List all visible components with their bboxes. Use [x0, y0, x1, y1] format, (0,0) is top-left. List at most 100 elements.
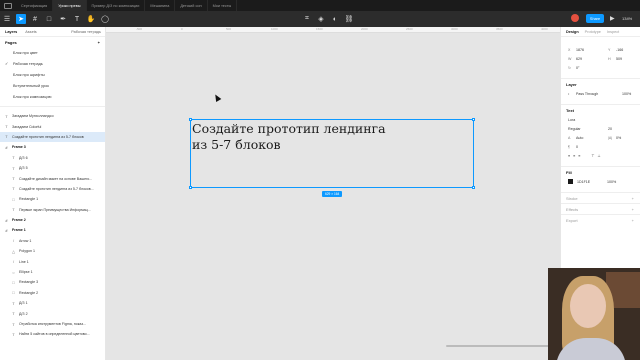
canvas[interactable]: -500 0 500 1000 1500 2000 2500 3000 3500 4000 Соз…: [106, 27, 560, 360]
x-field[interactable]: 1876: [576, 48, 608, 52]
layer-label: Rectangle 3: [19, 280, 39, 285]
align-center-icon[interactable]: ≡: [573, 154, 575, 158]
resize-handle[interactable]: [472, 186, 475, 189]
play-icon[interactable]: ▶: [610, 15, 615, 22]
add-effect-button[interactable]: +: [632, 207, 634, 212]
layer-row[interactable]: / Arrow 1: [0, 236, 105, 246]
paragraph-spacing-field[interactable]: 0: [576, 145, 578, 149]
tab-mishmash[interactable]: Мешанина: [145, 0, 176, 11]
tab-prototype[interactable]: Prototype: [585, 30, 601, 34]
move-tool-icon[interactable]: ➤: [16, 14, 26, 24]
width-field[interactable]: 629: [576, 57, 608, 61]
effects-section-title: Effects: [566, 206, 579, 212]
layer-label: Создайте прототип лендинга из 5-7 блоков…: [19, 186, 94, 191]
layer-row[interactable]: □ Rectangle 3: [0, 277, 105, 287]
heading-text[interactable]: Создайте прототип лендинга из 5-7 блоков: [191, 121, 386, 153]
tab-my-tests[interactable]: Мои тесты: [208, 0, 238, 11]
layer-row[interactable]: T Найти 5 сайтов в определенной цветово..…: [0, 329, 105, 339]
crop-icon[interactable]: ⌗: [302, 14, 312, 24]
mask-icon[interactable]: ◐: [330, 14, 340, 24]
tab-certification[interactable]: Сертификация: [16, 0, 54, 11]
page-label: Рабочая тетрадь: [13, 61, 43, 66]
folder-icon[interactable]: [4, 2, 12, 9]
share-button[interactable]: Share: [586, 14, 604, 23]
rotation-icon: ↻: [568, 65, 572, 70]
text-tool-icon[interactable]: T: [72, 14, 82, 24]
rotation-field[interactable]: 0°: [576, 66, 579, 70]
layer-row[interactable]: T Д/З 2: [0, 308, 105, 318]
ruler-tick-label: 4000: [541, 27, 548, 31]
add-export-button[interactable]: +: [632, 218, 634, 223]
page-item[interactable]: Блок про цвет: [0, 47, 105, 58]
letter-spacing-field[interactable]: 0%: [616, 136, 621, 140]
page-item[interactable]: ✓ Рабочая тетрадь: [0, 58, 105, 69]
align-middle-icon[interactable]: ⊥: [597, 154, 600, 158]
zoom-level[interactable]: 134%: [622, 14, 632, 23]
resize-handle[interactable]: [189, 186, 192, 189]
align-left-icon[interactable]: ≡: [568, 154, 570, 158]
height-field[interactable]: 509: [616, 57, 622, 61]
fill-opacity-field[interactable]: 100%: [607, 180, 616, 184]
fill-swatch[interactable]: [568, 179, 573, 184]
component-icon[interactable]: ◈: [316, 14, 326, 24]
layer-row[interactable]: T Отработка инструментов Figma, показ...: [0, 319, 105, 329]
y-field[interactable]: -166: [616, 48, 623, 52]
font-weight-select[interactable]: Regular: [568, 127, 608, 131]
layer-row[interactable]: # Frame 2: [0, 215, 105, 225]
rectangle-tool-icon[interactable]: □: [44, 14, 54, 24]
link-icon[interactable]: ⛓: [344, 14, 354, 24]
horizontal-scrollbar[interactable]: [446, 345, 556, 347]
layer-row[interactable]: T Загадаем Colorful: [0, 121, 105, 131]
layer-row[interactable]: T Создайте дизайн макет на основе Вашего.…: [0, 173, 105, 183]
page-item[interactable]: Блок про шрифты: [0, 69, 105, 80]
blend-mode-select[interactable]: Pass Through: [576, 92, 622, 96]
tab-assets[interactable]: Assets: [25, 30, 36, 34]
comment-tool-icon[interactable]: ◯: [100, 14, 110, 24]
layer-opacity[interactable]: 100%: [622, 92, 631, 96]
font-size-field[interactable]: 20: [608, 127, 612, 131]
layer-row[interactable]: T Загадаем Мунхолландсо: [0, 111, 105, 121]
selected-text-box[interactable]: Создайте прототип лендинга из 5-7 блоков: [189, 118, 475, 189]
font-family-select[interactable]: Lora: [568, 118, 575, 122]
align-right-icon[interactable]: ≡: [578, 154, 580, 158]
tab-kids-sleep[interactable]: Детский сон: [175, 0, 208, 11]
layer-row[interactable]: / Line 1: [0, 256, 105, 266]
layer-label: Загадаем Colorful: [12, 124, 42, 129]
menu-icon[interactable]: ☰: [2, 14, 12, 24]
page-selector[interactable]: Рабочая тетрадь: [71, 30, 101, 34]
layer-row[interactable]: T Создайте прототип лендинга из 5-7 блоко…: [0, 131, 105, 143]
tab-inspect[interactable]: Inspect: [607, 30, 619, 34]
fill-hex-field[interactable]: 1D1F1E: [577, 180, 607, 184]
layer-label: Д/З 1: [19, 301, 28, 306]
layer-row[interactable]: # Frame 1: [0, 225, 105, 235]
tab-lessons[interactable]: Уроки превы: [53, 0, 87, 11]
layer-row[interactable]: □ Rectangle 1: [0, 194, 105, 204]
frame-tool-icon[interactable]: #: [30, 14, 40, 24]
layer-row[interactable]: □ Rectangle 2: [0, 288, 105, 298]
tab-layers[interactable]: Layers: [5, 30, 17, 34]
text-layer-icon: T: [5, 113, 8, 119]
tab-composition-example[interactable]: Пример Д/З по композиции: [87, 0, 146, 11]
layer-row[interactable]: △ Polygon 1: [0, 246, 105, 256]
hand-tool-icon[interactable]: ✋: [86, 14, 96, 24]
layer-row[interactable]: T Д/З 5: [0, 163, 105, 173]
resize-handle[interactable]: [189, 118, 192, 121]
align-top-icon[interactable]: ⊤: [591, 154, 594, 158]
layer-row[interactable]: T Первые экран Преимущества Информац...: [0, 205, 105, 215]
page-item[interactable]: Блок про композицию: [0, 91, 105, 102]
frame-icon: #: [5, 227, 8, 233]
pen-tool-icon[interactable]: ✒: [58, 14, 68, 24]
resize-handle[interactable]: [472, 118, 475, 121]
layer-row[interactable]: T Д/З 6: [0, 153, 105, 163]
layer-row[interactable]: # Frame 3: [0, 142, 105, 152]
layer-row[interactable]: T Д/З 1: [0, 298, 105, 308]
layer-row[interactable]: ○ Ellipse 1: [0, 267, 105, 277]
tab-design[interactable]: Design: [566, 30, 579, 34]
add-stroke-button[interactable]: +: [632, 196, 634, 201]
add-page-button[interactable]: +: [98, 40, 100, 45]
user-avatar[interactable]: [571, 14, 579, 22]
line-height-field[interactable]: Auto: [576, 136, 608, 140]
page-item[interactable]: Вступительный урок: [0, 80, 105, 91]
layer-row[interactable]: T Создайте прототип лендинга из 5-7 блоко…: [0, 184, 105, 194]
line-icon: /: [12, 238, 15, 244]
